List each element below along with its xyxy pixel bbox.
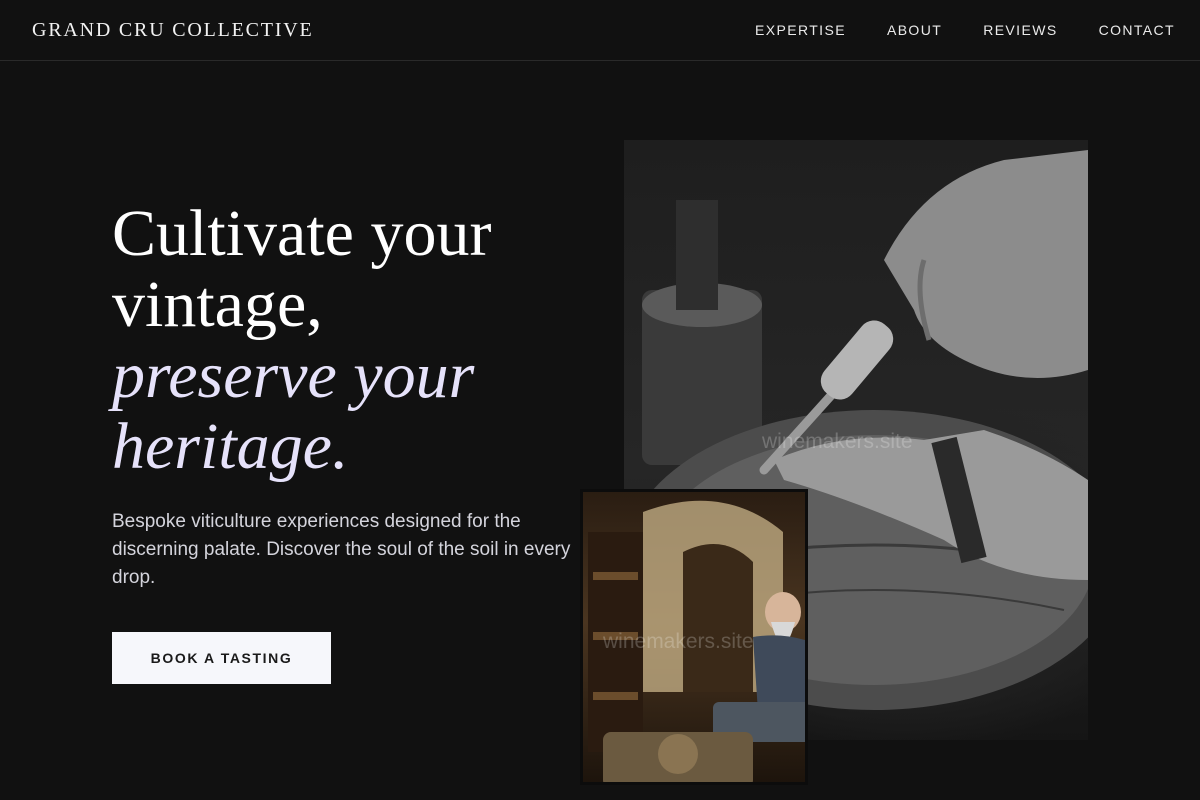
nav-link-contact[interactable]: CONTACT [1099,22,1175,38]
hero-title: Cultivate your vintage, preserve your he… [112,198,592,482]
book-tasting-button[interactable]: BOOK A TASTING [112,632,331,684]
hero-title-accent-line: preserve your [112,339,475,412]
brand-logo[interactable]: GRAND CRU COLLECTIVE [32,19,314,42]
hero-title-accent-line: heritage. [112,410,349,483]
image-watermark: winemakers.site [762,430,913,453]
main-nav: EXPERTISE ABOUT REVIEWS CONTACT [755,22,1175,38]
hero-title-line: Cultivate your [112,197,492,270]
hero-title-line: vintage, [112,268,323,341]
site-header: GRAND CRU COLLECTIVE EXPERTISE ABOUT REV… [0,0,1200,61]
nav-link-about[interactable]: ABOUT [887,22,942,38]
image-watermark: winemakers.site [603,630,754,653]
nav-link-reviews[interactable]: REVIEWS [983,22,1057,38]
hero-description: Bespoke viticulture experiences designed… [112,511,571,588]
workshop-blacksmith-photo: winemakers.site [580,489,808,785]
nav-link-expertise[interactable]: EXPERTISE [755,22,846,38]
